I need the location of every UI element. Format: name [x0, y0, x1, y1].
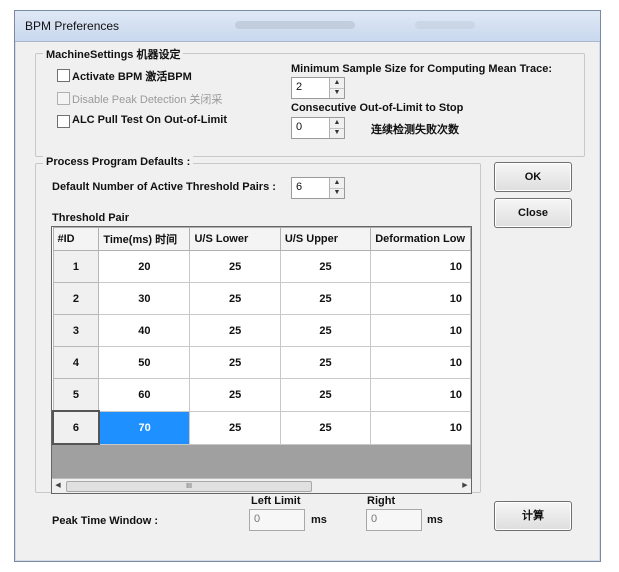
time-cell[interactable]: 60: [98, 378, 191, 412]
disable-peak-label: Disable Peak Detection 关闭采: [72, 94, 223, 106]
right-limit-unit: ms: [427, 514, 443, 526]
calculate-button[interactable]: 计算: [494, 501, 572, 531]
us-upper-cell[interactable]: 25: [279, 314, 372, 347]
us-upper-cell[interactable]: 25: [279, 346, 372, 379]
scroll-left-icon[interactable]: ◀: [52, 479, 64, 493]
right-limit-input[interactable]: 0: [366, 509, 422, 531]
window-title: BPM Preferences: [25, 19, 120, 33]
close-button[interactable]: Close: [494, 198, 572, 228]
deformation-low-cell[interactable]: 10: [370, 378, 471, 412]
table-row[interactable]: 4 50 25 25 10: [52, 346, 471, 379]
bpm-preferences-window: BPM Preferences MachineSettings 机器设定 Act…: [14, 10, 601, 562]
deformation-low-cell[interactable]: 10: [370, 410, 471, 445]
blurred-title-text: [235, 21, 355, 29]
us-lower-cell[interactable]: 25: [189, 282, 281, 315]
column-header-time[interactable]: Time(ms) 时间: [98, 227, 191, 251]
deformation-low-cell[interactable]: 10: [370, 346, 471, 379]
consecutive-value: 0: [296, 121, 303, 133]
deformation-low-cell[interactable]: 10: [370, 282, 471, 315]
alc-pull-checkbox[interactable]: [57, 115, 70, 128]
column-header-us-upper[interactable]: U/S Upper: [279, 227, 372, 251]
time-cell-selected[interactable]: 70: [98, 410, 191, 445]
threshold-pairs-label: Default Number of Active Threshold Pairs…: [52, 181, 276, 193]
scroll-right-icon[interactable]: ▶: [459, 479, 471, 493]
spin-down-icon[interactable]: ▼: [330, 128, 344, 138]
min-sample-spinner[interactable]: 2 ▲ ▼: [291, 77, 345, 99]
table-header-row: #ID Time(ms) 时间 U/S Lower U/S Upper Defo…: [52, 227, 471, 251]
left-limit-input[interactable]: 0: [249, 509, 305, 531]
us-lower-cell[interactable]: 25: [189, 378, 281, 412]
right-limit-value: 0: [371, 513, 378, 525]
consecutive-spinner[interactable]: 0 ▲ ▼: [291, 117, 345, 139]
row-id-cell[interactable]: 6: [52, 410, 100, 445]
row-id-cell[interactable]: 1: [52, 250, 100, 283]
process-defaults-label: Process Program Defaults :: [43, 156, 194, 168]
activate-bpm-label: Activate BPM 激活BPM: [72, 71, 192, 83]
blurred-title-text-2: [415, 21, 475, 29]
consecutive-cn-label: 连续检测失败次数: [371, 124, 459, 136]
table-row[interactable]: 2 30 25 25 10: [52, 282, 471, 315]
machine-settings-label: MachineSettings 机器设定: [43, 46, 184, 62]
scroll-thumb[interactable]: III: [66, 481, 312, 492]
table-row-selected[interactable]: 6 70 25 25 10: [52, 410, 471, 445]
activate-bpm-checkbox[interactable]: [57, 69, 70, 82]
time-cell[interactable]: 20: [98, 250, 191, 283]
column-header-us-lower[interactable]: U/S Lower: [189, 227, 281, 251]
table-row[interactable]: 1 20 25 25 10: [52, 250, 471, 283]
consecutive-label: Consecutive Out-of-Limit to Stop: [291, 102, 464, 114]
ok-button[interactable]: OK: [494, 162, 572, 192]
column-header-id[interactable]: #ID: [52, 227, 100, 251]
deformation-low-cell[interactable]: 10: [370, 314, 471, 347]
row-id-cell[interactable]: 5: [52, 378, 100, 412]
row-id-cell[interactable]: 3: [52, 314, 100, 347]
spin-down-icon[interactable]: ▼: [330, 188, 344, 198]
horizontal-scrollbar[interactable]: ◀ III ▶: [52, 478, 471, 493]
threshold-pairs-spinner[interactable]: 6 ▲ ▼: [291, 177, 345, 199]
title-bar[interactable]: BPM Preferences: [15, 11, 600, 42]
table-row[interactable]: 3 40 25 25 10: [52, 314, 471, 347]
us-upper-cell[interactable]: 25: [279, 282, 372, 315]
threshold-pairs-value: 6: [296, 181, 303, 193]
disable-peak-checkbox[interactable]: [57, 92, 70, 105]
table-row[interactable]: 5 60 25 25 10: [52, 378, 471, 412]
time-cell[interactable]: 40: [98, 314, 191, 347]
alc-pull-label: ALC Pull Test On Out-of-Limit: [72, 114, 227, 126]
left-limit-unit: ms: [311, 514, 327, 526]
row-id-cell[interactable]: 4: [52, 346, 100, 379]
us-lower-cell[interactable]: 25: [189, 250, 281, 283]
time-cell[interactable]: 50: [98, 346, 191, 379]
spin-down-icon[interactable]: ▼: [330, 88, 344, 98]
time-cell[interactable]: 30: [98, 282, 191, 315]
left-limit-label: Left Limit: [251, 495, 301, 507]
threshold-grid[interactable]: #ID Time(ms) 时间 U/S Lower U/S Upper Defo…: [51, 226, 472, 494]
threshold-table: #ID Time(ms) 时间 U/S Lower U/S Upper Defo…: [52, 227, 471, 445]
us-upper-cell[interactable]: 25: [279, 378, 372, 412]
us-lower-cell[interactable]: 25: [189, 346, 281, 379]
peak-time-window-label: Peak Time Window :: [52, 515, 159, 527]
us-lower-cell[interactable]: 25: [189, 314, 281, 347]
us-upper-cell[interactable]: 25: [279, 410, 372, 445]
row-id-cell[interactable]: 2: [52, 282, 100, 315]
us-upper-cell[interactable]: 25: [279, 250, 372, 283]
column-header-deformation-low[interactable]: Deformation Low: [370, 227, 471, 251]
min-sample-value: 2: [296, 81, 303, 93]
right-limit-label: Right: [367, 495, 396, 507]
min-sample-label: Minimum Sample Size for Computing Mean T…: [291, 63, 552, 75]
deformation-low-cell[interactable]: 10: [370, 250, 471, 283]
threshold-pair-title: Threshold Pair: [52, 212, 130, 224]
left-limit-value: 0: [254, 513, 261, 525]
us-lower-cell[interactable]: 25: [189, 410, 281, 445]
